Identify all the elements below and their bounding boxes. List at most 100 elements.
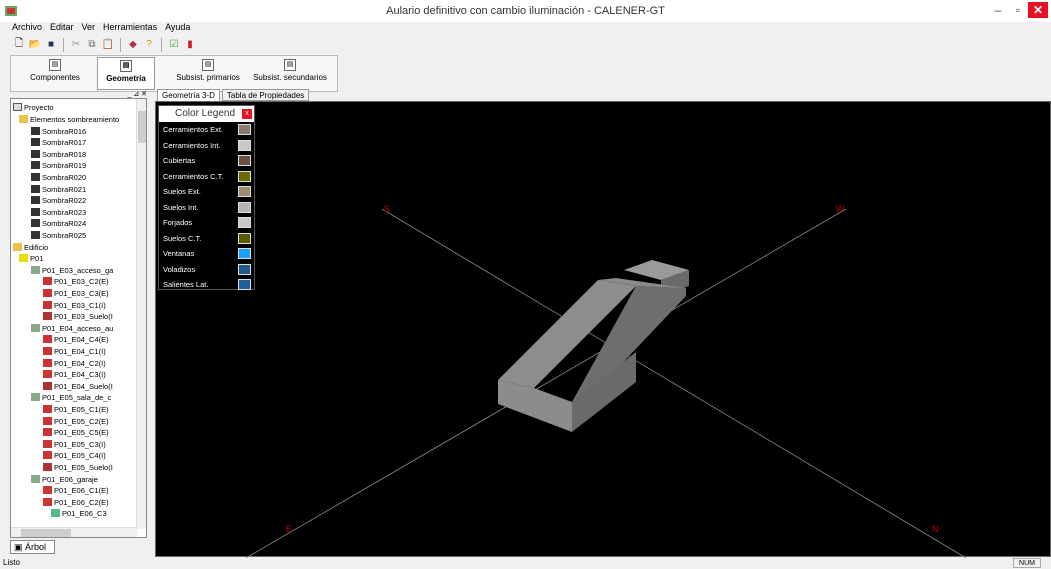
close-button[interactable]: ✕ — [1028, 2, 1048, 18]
tree-item-label: P01_E03_C2(E) — [54, 277, 109, 287]
document-icon: ▤ — [202, 59, 214, 71]
tree-item[interactable]: SombraR022 — [31, 196, 86, 205]
viewport-3d[interactable]: S W E N Color Legend x Cerramientos Ext.… — [155, 101, 1051, 559]
ext-icon — [43, 335, 52, 344]
tree-item-label: P01_E05_Suelo(I — [54, 463, 113, 472]
tree-item-label: P01_E05_C1(E) — [54, 405, 109, 414]
open-folder-icon[interactable]: 📂 — [28, 38, 42, 52]
tree-item-label: SombraR021 — [42, 184, 87, 194]
tree-item[interactable]: P01_E04_C2(I) — [43, 358, 106, 368]
tree-item[interactable]: P01_E04_acceso_au — [31, 323, 113, 333]
tree-item[interactable]: P01_E03_C2(E) — [43, 277, 109, 286]
new-file-icon[interactable]: 🗋 — [12, 38, 26, 52]
tree-item[interactable]: P01_E05_C5(E) — [43, 428, 109, 437]
tree-item[interactable]: P01_E05_Suelo(I — [43, 463, 113, 472]
legend-close-icon[interactable]: x — [242, 109, 252, 119]
legend-entry: Cerramientos Ext. — [159, 122, 254, 138]
copy-icon[interactable]: ⧉ — [85, 38, 99, 52]
tree-item[interactable]: P01_E05_C2(E) — [43, 416, 109, 426]
tree-item-label: P01_E04_C1(I) — [54, 347, 106, 356]
tree-item[interactable]: P01_E04_C4(E) — [43, 335, 109, 344]
menu-archivo[interactable]: Archivo — [12, 22, 42, 35]
title-bar: Aulario definitivo con cambio iluminació… — [0, 0, 1051, 22]
tree-item[interactable]: SombraR024 — [31, 219, 86, 228]
legend-entry: Salientes Lat. — [159, 277, 254, 293]
tree-item[interactable]: SombraR018 — [31, 149, 86, 159]
render-icon[interactable]: ◆ — [126, 38, 140, 52]
tab-geometria-3d[interactable]: Geometría 3-D — [157, 89, 220, 101]
tree-item[interactable]: P01_E06_C3 — [51, 509, 107, 518]
tree-item[interactable]: SombraR017 — [31, 138, 86, 147]
tree-item[interactable]: P01_E03_Suelo(I — [43, 312, 113, 321]
tree-item[interactable]: SombraR023 — [31, 207, 87, 217]
tree-horizontal-scrollbar[interactable] — [11, 527, 137, 537]
tree-item[interactable]: SombraR016 — [31, 126, 86, 136]
maximize-button[interactable]: ▫ — [1010, 2, 1026, 18]
tree-item[interactable]: SombraR021 — [31, 184, 87, 194]
save-icon[interactable]: ■ — [44, 38, 58, 52]
tree-item-label: P01 — [30, 254, 44, 264]
tree-item[interactable]: SombraR019 — [31, 161, 86, 170]
help-icon[interactable]: ? — [142, 38, 156, 52]
tab-componentes[interactable]: ▤ Componentes — [25, 57, 85, 90]
tree-item[interactable]: P01_E05_C4(I) — [43, 451, 106, 460]
menu-herramientas[interactable]: Herramientas — [103, 22, 157, 35]
space-icon — [31, 393, 40, 402]
tree-item[interactable]: Edificio — [13, 242, 48, 252]
tab-geometria[interactable]: ▤ Geometría — [97, 57, 155, 90]
legend-color-swatch — [238, 155, 251, 166]
tree-item[interactable]: P01_E04_C3(I) — [43, 370, 106, 379]
cut-icon[interactable]: ✂ — [69, 38, 83, 52]
shade-icon — [31, 219, 40, 228]
tree-item[interactable]: SombraR020 — [31, 173, 86, 182]
tab-tabla-propiedades[interactable]: Tabla de Propiedades — [221, 89, 310, 101]
building-model[interactable] — [498, 260, 689, 432]
tree-item[interactable]: P01_E03_C3(E) — [43, 289, 109, 298]
tree-vertical-scrollbar[interactable] — [136, 99, 146, 529]
tab-arbol[interactable]: ▣ Árbol — [10, 540, 55, 554]
legend-color-swatch — [238, 248, 251, 259]
ext-icon — [43, 497, 52, 506]
menu-editar[interactable]: Editar — [50, 22, 74, 35]
tree-item-label: P01_E06_C3 — [62, 509, 107, 519]
tree-item[interactable]: Elementos sombreamiento — [19, 115, 119, 124]
document-icon: ▤ — [284, 59, 296, 71]
legend-entry-label: Suelos Ext. — [163, 187, 201, 196]
scroll-thumb[interactable] — [138, 111, 146, 143]
check-icon[interactable]: ☑ — [167, 38, 181, 52]
project-tree[interactable]: Proyecto Elementos sombreamiento SombraR0… — [11, 103, 137, 523]
compass-label-n: N — [932, 524, 939, 534]
tree-item[interactable]: P01_E06_garaje — [31, 474, 98, 484]
paste-icon[interactable]: 📋 — [101, 38, 115, 52]
tree-item[interactable]: P01_E05_C3(I) — [43, 439, 106, 449]
legend-entry-label: Voladizos — [163, 264, 196, 274]
tab-subsist-secundarios[interactable]: ▤ Subsist. secundarios — [247, 57, 333, 90]
minimize-button[interactable]: – — [990, 2, 1006, 18]
tree-item[interactable]: SombraR025 — [31, 231, 86, 240]
tree-root[interactable]: Proyecto — [13, 103, 54, 112]
legend-entry-label: Suelos C.T. — [163, 233, 202, 243]
legend-color-swatch — [238, 170, 251, 182]
tree-item[interactable]: P01_E04_C1(I) — [43, 347, 106, 356]
tree-item-label: P01_E04_C2(I) — [54, 358, 106, 368]
ext-icon — [43, 486, 52, 495]
tree-item[interactable]: P01_E04_Suelo(I — [43, 381, 113, 391]
legend-entry: Forjados — [159, 215, 254, 231]
tree-item[interactable]: P01_E06_C2(E) — [43, 497, 109, 507]
tree-item[interactable]: P01 — [19, 254, 43, 263]
scroll-thumb[interactable] — [21, 529, 71, 537]
menu-ayuda[interactable]: Ayuda — [165, 22, 190, 35]
tree-item[interactable]: P01_E03_C1(I) — [43, 300, 106, 310]
tree-item-label: SombraR023 — [42, 207, 87, 217]
compass-label-w: W — [836, 204, 845, 214]
tree-item[interactable]: P01_E06_C1(E) — [43, 486, 109, 495]
chart-icon[interactable]: ▮ — [183, 38, 197, 52]
tree-item[interactable]: P01_E05_C1(E) — [43, 405, 109, 414]
legend-color-swatch — [238, 186, 251, 197]
tree-item[interactable]: P01_E03_acceso_ga — [31, 265, 113, 275]
menu-ver[interactable]: Ver — [82, 22, 96, 35]
tab-subsist-primarios[interactable]: ▤ Subsist. primarios — [173, 57, 243, 90]
scene-canvas[interactable]: S W E N — [156, 102, 1051, 559]
space-icon — [31, 323, 40, 332]
tree-item[interactable]: P01_E05_sala_de_c — [31, 393, 111, 402]
